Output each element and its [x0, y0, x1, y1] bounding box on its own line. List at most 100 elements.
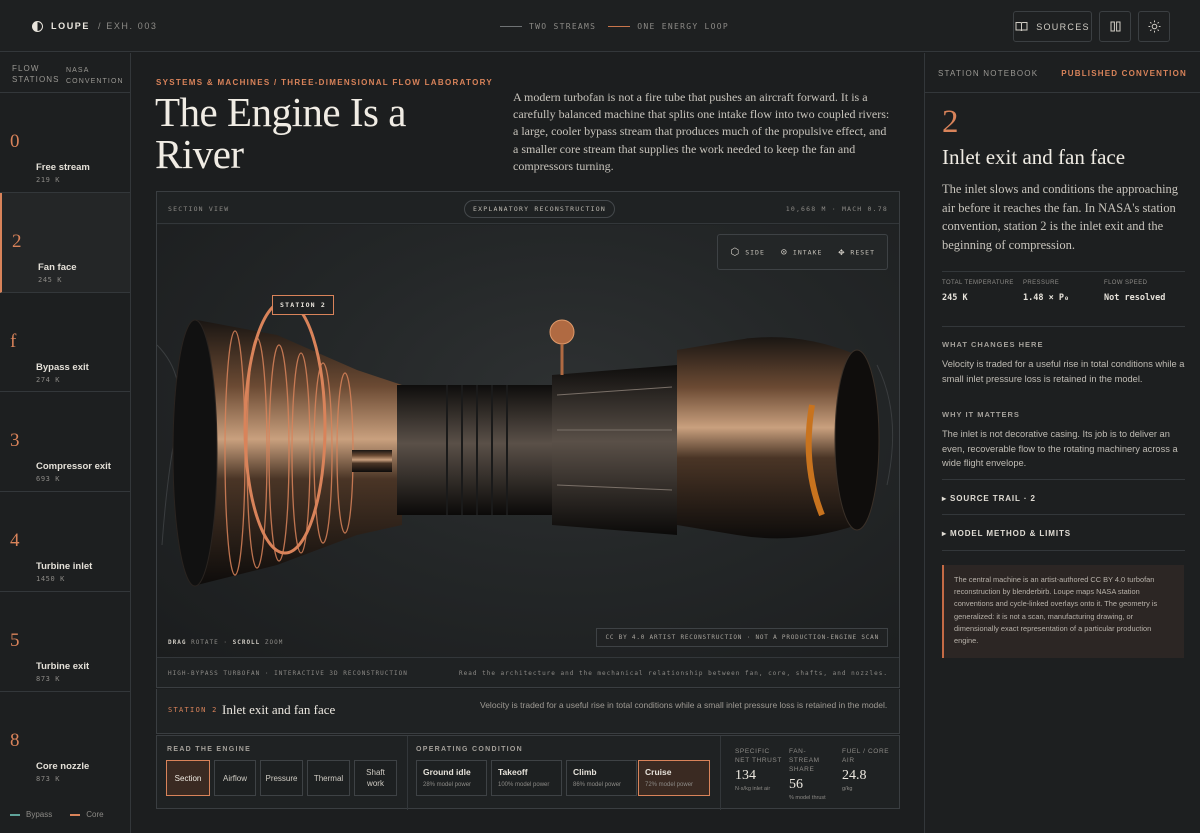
line-icon [608, 25, 631, 27]
viewer-footer: HIGH-BYPASS TURBOFAN · INTERACTIVE 3D RE… [157, 657, 899, 687]
engine-3d-canvas[interactable]: ⬡ SIDE ⊙ INTAKE ✥ RESET STATION 2 [157, 225, 899, 657]
notebook-station-number: 2 [942, 104, 959, 140]
panels-toggle-button[interactable] [1099, 11, 1131, 42]
station-number: 3 [10, 430, 20, 452]
mode-thermal-button[interactable]: Thermal [307, 760, 350, 796]
published-convention-link[interactable]: PUBLISHED CONVENTION [1061, 69, 1187, 78]
core-swatch-icon [70, 813, 81, 816]
mode-pressure-button[interactable]: Pressure [260, 760, 303, 796]
main-content: SYSTEMS & MACHINES / THREE-DIMENSIONAL F… [131, 53, 924, 833]
station-item-0[interactable]: 0 Free stream 219 K [0, 93, 130, 193]
legend-two-streams: TWO STREAMS [500, 22, 596, 31]
metric-fan-stream-share: FAN-STREAM SHARE 56% model thrust [789, 748, 826, 801]
sun-icon [1148, 20, 1160, 33]
why-matters-section: WHY IT MATTERS The inlet is not decorativ… [942, 410, 1178, 468]
divider [942, 479, 1185, 480]
columns-icon [1110, 21, 1120, 32]
rail-header: FLOW STATIONS NASA CONVENTION [0, 53, 130, 93]
stat-total-temperature: TOTAL TEMPERATURE 245 K [942, 280, 1014, 303]
station-item-8[interactable]: 8 Core nozzle 873 K [0, 692, 130, 792]
divider [407, 736, 408, 810]
exhibit-number: / EXH. 003 [98, 21, 158, 31]
viewer-header: SECTION VIEW EXPLANATORY RECONSTRUCTION … [157, 192, 899, 224]
station-item-3[interactable]: 3 Compressor exit 693 K [0, 392, 130, 493]
station-number: f [10, 330, 17, 352]
station-temp: 873 K [36, 674, 61, 683]
line-icon [500, 25, 522, 27]
station-temp: 245 K [38, 275, 63, 284]
mode-section-button[interactable]: Section [166, 760, 210, 796]
source-trail-toggle[interactable]: ▸ SOURCE TRAIL · 2 [942, 494, 1036, 503]
top-bar: LOUPE / EXH. 003 TWO STREAMS ONE ENERGY … [0, 0, 1200, 52]
intake-view-button[interactable]: ⊙ INTAKE [781, 247, 823, 258]
condition-climb-button[interactable]: Climb 86% model power [566, 760, 637, 796]
target-icon: ⊙ [780, 246, 788, 258]
station-temp: 873 K [36, 774, 61, 783]
notebook-header: STATION NOTEBOOK PUBLISHED CONVENTION [925, 53, 1200, 93]
station-temp: 693 K [36, 475, 61, 484]
stream-legend: TWO STREAMS ONE ENERGY LOOP [500, 0, 729, 52]
notebook-body: The inlet slows and conditions the appro… [942, 182, 1179, 252]
station-number: 0 [10, 131, 20, 152]
legend-core: Core [70, 810, 104, 819]
viewer-instruction: Read the architecture and the mechanical… [459, 670, 888, 677]
station-item-5[interactable]: 5 Turbine exit 873 K [0, 592, 130, 692]
active-station-title: Inlet exit and fan face [222, 702, 336, 717]
bypass-swatch-icon [10, 813, 20, 816]
model-credit: CC BY 4.0 ARTIST RECONSTRUCTION · NOT A … [596, 628, 888, 647]
section-kicker: SYSTEMS & MACHINES / THREE-DIMENSIONAL F… [156, 78, 494, 87]
reconstruction-badge: EXPLANATORY RECONSTRUCTION [464, 200, 615, 218]
sources-label: SOURCES [1036, 21, 1090, 32]
mode-airflow-button[interactable]: Airflow [214, 760, 256, 796]
metric-specific-thrust: SPECIFIC NET THRUST 134 N·s/kg inlet air [735, 748, 782, 792]
station-name: Bypass exit [36, 361, 89, 373]
station-2-tag[interactable]: STATION 2 [272, 295, 335, 315]
station-item-f[interactable]: f Bypass exit 274 K [0, 293, 130, 393]
station-notebook: STATION NOTEBOOK PUBLISHED CONVENTION 2 … [924, 53, 1200, 833]
condition-cruise-button[interactable]: Cruise 72% model power [638, 760, 710, 796]
station-number: 5 [10, 629, 20, 651]
rail-legend: Bypass Core [10, 810, 104, 819]
stat-pressure: PRESSURE 1.48 × P₀ [1023, 280, 1070, 303]
station-name: Fan face [38, 261, 77, 273]
station-temp: 274 K [36, 375, 61, 384]
divider [942, 514, 1185, 515]
station-stats: TOTAL TEMPERATURE 245 K PRESSURE 1.48 × P₀… [942, 271, 1185, 327]
operating-condition-label: OPERATING CONDITION [416, 746, 524, 753]
active-station-label: STATION 2 [168, 706, 218, 714]
reset-view-button[interactable]: ✥ RESET [838, 247, 875, 258]
intro-paragraph: A modern turbofan is not a fire tube tha… [513, 90, 890, 173]
flight-condition: 10,668 M · MACH 0.78 [785, 205, 888, 213]
divider [942, 550, 1185, 551]
notebook-station-title: Inlet exit and fan face [942, 145, 1126, 169]
flow-stations-rail: FLOW STATIONS NASA CONVENTION 0 Free str… [0, 53, 131, 833]
metric-fuel-core-air: FUEL / CORE AIR 24.8 g/kg [842, 748, 890, 792]
station-name: Core nozzle [36, 760, 90, 772]
reconstruction-note: The central machine is an artist-authore… [942, 565, 1184, 658]
station-item-4[interactable]: 4 Turbine inlet 1450 K [0, 492, 130, 592]
condition-ground-idle-button[interactable]: Ground idle 28% model power [416, 760, 487, 796]
station-name: Turbine inlet [36, 561, 93, 573]
cube-icon: ⬡ [730, 246, 741, 258]
turbofan-model [157, 299, 894, 587]
page-title: The Engine Is a River [155, 89, 406, 177]
engine-controls: READ THE ENGINE Section Airflow Pressure… [156, 735, 900, 810]
station-temp: 219 K [36, 176, 61, 184]
condition-takeoff-button[interactable]: Takeoff 100% model power [491, 760, 562, 796]
sources-button[interactable]: SOURCES [1013, 11, 1092, 42]
section-view-label: SECTION VIEW [168, 205, 230, 213]
brand[interactable]: LOUPE / EXH. 003 [32, 0, 158, 52]
stat-flow-speed: FLOW SPEED Not resolved [1104, 280, 1166, 303]
interaction-hint: DRAG ROTATE · SCROLL ZOOM [168, 639, 284, 646]
theme-toggle-button[interactable] [1138, 11, 1170, 42]
divider [720, 736, 721, 810]
mode-shaft-work-button[interactable]: Shaft work [354, 760, 397, 796]
loupe-logo-icon [32, 20, 43, 32]
station-temp: 1450 K [36, 575, 65, 584]
model-method-toggle[interactable]: ▸ MODEL METHOD & LIMITS [942, 529, 1071, 538]
station-item-2[interactable]: 2 Fan face 245 K [0, 192, 130, 293]
brand-name: LOUPE [51, 21, 91, 31]
side-view-button[interactable]: ⬡ SIDE [730, 247, 764, 258]
station-name: Turbine exit [36, 660, 90, 672]
rail-title: FLOW STATIONS [12, 64, 60, 84]
